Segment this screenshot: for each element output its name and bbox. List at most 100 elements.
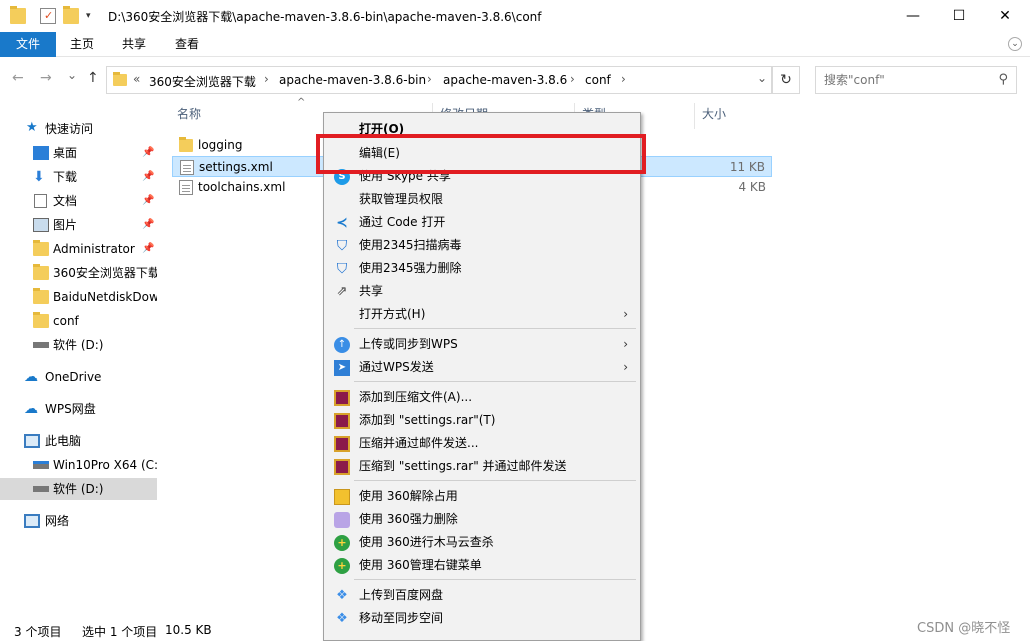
file-size: 11 KB bbox=[729, 160, 765, 174]
star-icon: ★ bbox=[26, 120, 38, 135]
new-folder-icon[interactable] bbox=[63, 6, 79, 24]
breadcrumb-item[interactable]: apache-maven-3.8.6 bbox=[443, 73, 567, 87]
wps-upload-icon: ↑ bbox=[334, 337, 350, 353]
menu-item-open-with-code[interactable]: ≺ 通过 Code 打开 bbox=[326, 211, 638, 234]
xml-file-icon bbox=[180, 160, 194, 175]
menu-item-wps-send[interactable]: ➤ 通过WPS发送 › bbox=[326, 356, 638, 379]
breadcrumb-item[interactable]: conf bbox=[585, 73, 611, 87]
nav-downloads[interactable]: ⬇ 下载 📌 bbox=[0, 166, 157, 188]
context-menu: 打开(O) 编辑(E) S 使用 Skype 共享 获取管理员权限 ≺ 通过 C… bbox=[323, 112, 641, 641]
nav-onedrive[interactable]: ☁ OneDrive bbox=[0, 366, 157, 388]
nav-360-downloads[interactable]: 360安全浏览器下载 bbox=[0, 262, 157, 284]
minimize-button[interactable]: — bbox=[890, 0, 936, 32]
cloud-icon: ☁ bbox=[24, 369, 38, 385]
menu-item-360-delete[interactable]: 使用 360强力删除 bbox=[326, 508, 638, 531]
nav-drive-d[interactable]: 软件 (D:) bbox=[0, 478, 157, 500]
up-button[interactable]: ↑ bbox=[87, 70, 99, 86]
menu-separator bbox=[354, 579, 636, 580]
menu-item-add-to-archive[interactable]: 添加到压缩文件(A)... bbox=[326, 386, 638, 409]
tab-view[interactable]: 查看 bbox=[167, 32, 207, 57]
menu-item-open-with[interactable]: 打开方式(H) › bbox=[326, 303, 638, 326]
breadcrumb-item[interactable]: apache-maven-3.8.6-bin bbox=[279, 73, 426, 87]
nav-wps-disk[interactable]: ☁ WPS网盘 bbox=[0, 398, 157, 420]
search-icon[interactable]: ⚲ bbox=[998, 72, 1008, 87]
folder-icon bbox=[33, 312, 49, 328]
back-button[interactable]: ← bbox=[12, 70, 24, 86]
item-count: 3 个项目 bbox=[14, 625, 62, 639]
menu-separator bbox=[354, 328, 636, 329]
drive-icon bbox=[33, 342, 49, 348]
menu-item-take-ownership[interactable]: 获取管理员权限 bbox=[326, 188, 638, 211]
menu-item-360-scan[interactable]: + 使用 360进行木马云查杀 bbox=[326, 531, 638, 554]
nav-baidunetdisk[interactable]: BaiduNetdiskDow bbox=[0, 286, 157, 308]
close-button[interactable]: ✕ bbox=[982, 0, 1028, 32]
360-scan-icon: + bbox=[334, 535, 350, 551]
menu-item-compress-email[interactable]: 压缩并通过邮件发送... bbox=[326, 432, 638, 455]
chevron-right-icon[interactable]: › bbox=[427, 72, 432, 86]
quick-access-dropdown-icon[interactable]: ▾ bbox=[86, 8, 102, 24]
folder-icon bbox=[33, 288, 49, 304]
winrar-icon bbox=[334, 390, 350, 406]
properties-icon[interactable]: ✓ bbox=[40, 8, 56, 24]
search-box[interactable]: ⚲ bbox=[815, 66, 1017, 94]
maximize-button[interactable]: ☐ bbox=[936, 0, 982, 32]
address-dropdown-icon[interactable]: ⌄ bbox=[757, 71, 767, 85]
forward-button[interactable]: → bbox=[40, 70, 52, 86]
file-size: 4 KB bbox=[738, 180, 766, 194]
share-icon: ⇗ bbox=[336, 284, 348, 299]
menu-item-2345-delete[interactable]: ⛉ 使用2345强力删除 bbox=[326, 257, 638, 280]
pin-icon: 📌 bbox=[142, 147, 155, 158]
tab-share[interactable]: 共享 bbox=[114, 32, 154, 57]
computer-icon bbox=[24, 434, 40, 448]
refresh-button[interactable]: ↻ bbox=[772, 66, 800, 94]
360-delete-icon bbox=[334, 512, 350, 528]
baidu-icon: ❖ bbox=[336, 611, 348, 626]
tab-home[interactable]: 主页 bbox=[62, 32, 102, 57]
menu-item-share[interactable]: ⇗ 共享 bbox=[326, 280, 638, 303]
pin-icon: 📌 bbox=[142, 219, 155, 230]
menu-item-compress-rar-email[interactable]: 压缩到 "settings.rar" 并通过邮件发送 bbox=[326, 455, 638, 478]
pin-icon: 📌 bbox=[142, 243, 155, 254]
document-icon bbox=[34, 194, 47, 208]
breadcrumb-item[interactable]: 360安全浏览器下载 bbox=[149, 73, 256, 90]
nav-quick-access[interactable]: ★ 快速访问 bbox=[0, 118, 157, 140]
search-input[interactable] bbox=[816, 67, 986, 93]
nav-administrator[interactable]: Administrator 📌 bbox=[0, 238, 157, 260]
breadcrumb-overflow[interactable]: « bbox=[133, 72, 140, 86]
menu-item-2345-scan[interactable]: ⛉ 使用2345扫描病毒 bbox=[326, 234, 638, 257]
chevron-right-icon[interactable]: › bbox=[621, 72, 626, 86]
nav-network[interactable]: 网络 bbox=[0, 510, 157, 532]
column-header-size[interactable]: 大小 bbox=[702, 105, 726, 127]
nav-pictures[interactable]: 图片 📌 bbox=[0, 214, 157, 236]
cloud-icon: ☁ bbox=[24, 401, 38, 417]
menu-item-baidu-upload[interactable]: ❖ 上传到百度网盘 bbox=[326, 584, 638, 607]
tab-file[interactable]: 文件 bbox=[0, 32, 56, 57]
chevron-right-icon[interactable]: › bbox=[264, 72, 269, 86]
menu-item-add-to-settings-rar[interactable]: 添加到 "settings.rar"(T) bbox=[326, 409, 638, 432]
column-divider[interactable] bbox=[694, 103, 695, 129]
recent-locations-button[interactable]: ⌄ bbox=[67, 68, 77, 82]
nav-drive-d-quick[interactable]: 软件 (D:) bbox=[0, 334, 157, 356]
folder-icon bbox=[113, 72, 127, 86]
wps-send-icon: ➤ bbox=[334, 360, 350, 376]
chevron-right-icon: › bbox=[623, 307, 628, 321]
column-header-name[interactable]: 名称 bbox=[177, 105, 201, 127]
address-bar[interactable]: « 360安全浏览器下载 › apache-maven-3.8.6-bin › … bbox=[106, 66, 772, 94]
nav-this-pc[interactable]: 此电脑 bbox=[0, 430, 157, 452]
360-manage-icon: + bbox=[334, 558, 350, 574]
chevron-right-icon[interactable]: › bbox=[570, 72, 575, 86]
menu-item-wps-upload[interactable]: ↑ 上传或同步到WPS › bbox=[326, 333, 638, 356]
pin-icon: 📌 bbox=[142, 171, 155, 182]
network-icon bbox=[24, 514, 40, 528]
menu-item-360-manage[interactable]: + 使用 360管理右键菜单 bbox=[326, 554, 638, 577]
nav-conf[interactable]: conf bbox=[0, 310, 157, 332]
nav-drive-c[interactable]: Win10Pro X64 (C:) bbox=[0, 454, 157, 476]
nav-desktop[interactable]: 桌面 📌 bbox=[0, 142, 157, 164]
menu-item-move-to-sync[interactable]: ❖ 移动至同步空间 bbox=[326, 607, 638, 630]
file-name: logging bbox=[198, 138, 243, 152]
chevron-down-icon[interactable]: ⌄ bbox=[1008, 37, 1022, 51]
sort-indicator-icon: ^ bbox=[297, 97, 306, 108]
nav-documents[interactable]: 文档 📌 bbox=[0, 190, 157, 212]
menu-item-360-unlock[interactable]: 使用 360解除占用 bbox=[326, 485, 638, 508]
baidu-icon: ❖ bbox=[336, 588, 348, 603]
